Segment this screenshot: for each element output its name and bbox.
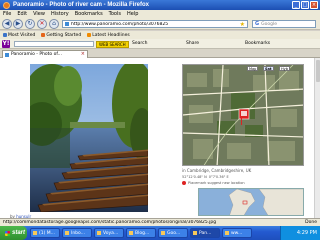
longitude: 0°7'0.36" E	[208, 175, 229, 179]
taskbar-item-label: Goo...	[167, 230, 181, 236]
taskbar-item-label: Voya...	[103, 230, 119, 236]
latitude: 52°12'0.48" N	[182, 175, 207, 179]
taskbar-item[interactable]: Voya...	[94, 228, 124, 238]
firefox-bookmark-icon	[41, 33, 46, 37]
minimize-button[interactable]: _	[292, 1, 300, 9]
placemark-text: Placemark suggest new location	[188, 181, 245, 185]
window-title: Panoramio - Photo of river cam - Mozilla…	[13, 2, 150, 8]
photo-river[interactable]	[30, 64, 148, 212]
menu-help[interactable]: Help	[127, 11, 138, 17]
search-button[interactable]: Search	[132, 41, 147, 46]
river-photo-image	[30, 64, 148, 212]
menu-bookmarks[interactable]: Bookmarks	[75, 11, 103, 17]
navigation-bar: ◀ ▶ ↻ ✕ ⌂ http://www.panoramio.com/photo…	[0, 18, 320, 30]
menu-bar: File Edit View History Bookmarks Tools H…	[0, 10, 320, 18]
taskbar-item[interactable]: Goo...	[158, 228, 188, 238]
taskbar-item-label: Blog...	[135, 230, 150, 236]
menu-edit[interactable]: Edit	[17, 11, 27, 17]
bookmark-folder-icon	[3, 33, 7, 37]
panoramio-favicon-icon	[5, 52, 9, 57]
search-input[interactable]: G Google	[252, 20, 316, 28]
address-url: http://www.panoramio.com/photo/3076825	[71, 21, 169, 27]
bookmark-latest-headlines[interactable]: Latest Headlines	[87, 33, 130, 38]
taskbar-item-label: Inbo...	[71, 230, 86, 236]
placemark-link[interactable]: Placemark suggest new location	[182, 181, 245, 185]
google-search-icon: G	[255, 21, 260, 27]
tab-bar: Panoramio - Photo of... ×	[0, 49, 320, 58]
menu-tools[interactable]: Tools	[109, 11, 121, 17]
close-button[interactable]: ×	[310, 1, 318, 9]
tab-panoramio[interactable]: Panoramio - Photo of... ×	[2, 50, 88, 58]
taskbar-item[interactable]: Blog...	[126, 228, 156, 238]
reload-icon[interactable]: ↻	[25, 19, 35, 29]
app-icon	[97, 231, 101, 235]
coordinates: 52°12'0.48" N 0°7'0.36" E	[182, 175, 229, 179]
taskbar-item[interactable]: ww...	[222, 228, 252, 238]
tab-label: Panoramio - Photo of...	[11, 52, 62, 57]
bookmark-most-visited[interactable]: Most Visited	[3, 33, 35, 38]
address-bar[interactable]: http://www.panoramio.com/photo/3076825 ★	[62, 20, 248, 28]
satellite-view-button[interactable]: Sat	[263, 66, 274, 71]
stop-icon[interactable]: ✕	[37, 19, 47, 29]
placemark-icon	[182, 181, 186, 185]
app-icon	[33, 231, 37, 235]
title-bar: Panoramio - Photo of river cam - Mozilla…	[0, 0, 320, 10]
taskbar: start (1) M... Inbo... Voya... Blog... G…	[0, 226, 320, 240]
forward-icon[interactable]: ▶	[13, 19, 23, 29]
bookmarks-bar: Most Visited Getting Started Latest Head…	[0, 31, 320, 39]
yahoo-logo[interactable]: Y!	[2, 40, 10, 48]
menu-view[interactable]: View	[33, 11, 45, 17]
rss-icon	[87, 33, 92, 37]
hybrid-view-button[interactable]: Hyb	[279, 66, 290, 71]
status-done: Done	[305, 220, 317, 225]
taskbar-item-label: (1) M...	[39, 230, 55, 236]
bookmark-star-icon[interactable]: ★	[240, 21, 245, 28]
site-favicon-icon	[65, 22, 69, 26]
app-icon	[129, 231, 133, 235]
satellite-map-image	[183, 65, 303, 165]
web-search-button[interactable]: WEB SEARCH	[96, 41, 129, 48]
back-icon[interactable]: ◀	[2, 19, 12, 29]
europe-overview-image	[199, 189, 303, 215]
vertical-scrollbar[interactable]	[314, 58, 320, 218]
app-icon	[193, 231, 197, 235]
page-content: Map Sat Hyb in Cambridge, Cambridgeshire…	[0, 58, 314, 218]
yahoo-toolbar: Y! WEB SEARCH Search Share Bookmarks	[0, 39, 320, 49]
app-icon	[161, 231, 165, 235]
windows-logo-icon	[5, 230, 10, 236]
bookmark-label: Latest Headlines	[92, 32, 130, 38]
close-tab-icon[interactable]: ×	[81, 51, 85, 57]
menu-history[interactable]: History	[51, 11, 69, 17]
maximize-button[interactable]: □	[301, 1, 309, 9]
bookmark-getting-started[interactable]: Getting Started	[41, 33, 81, 38]
search-placeholder: Google	[261, 21, 277, 27]
bookmark-label: Most Visited	[8, 32, 36, 38]
scrollbar-thumb[interactable]	[316, 60, 320, 82]
system-tray: 4:29 PM	[280, 226, 320, 240]
taskbar-item-label: ww...	[231, 230, 243, 236]
status-url: http://commondatastorage.googleapis.com/…	[3, 220, 217, 225]
map-caption: in Cambridge, Cambridgeshire, UK	[182, 168, 252, 173]
location-map[interactable]: Map Sat Hyb	[182, 64, 304, 166]
status-bar: http://commondatastorage.googleapis.com/…	[0, 218, 320, 226]
overview-map[interactable]	[198, 188, 304, 216]
start-label: start	[12, 230, 26, 236]
bookmarks-button[interactable]: Bookmarks	[245, 41, 270, 46]
firefox-icon	[3, 1, 10, 9]
yahoo-search-input[interactable]	[14, 41, 94, 47]
taskbar-item-label: Pan...	[199, 230, 212, 236]
taskbar-item-active[interactable]: Pan...	[190, 228, 220, 238]
app-icon	[65, 231, 69, 235]
app-icon	[225, 231, 229, 235]
map-view-button[interactable]: Map	[247, 66, 259, 71]
clock: 4:29 PM	[296, 230, 317, 236]
bookmark-label: Getting Started	[46, 32, 82, 38]
start-button[interactable]: start	[0, 226, 27, 240]
home-icon[interactable]: ⌂	[49, 19, 59, 29]
taskbar-item[interactable]: Inbo...	[62, 228, 92, 238]
share-button[interactable]: Share	[186, 41, 199, 46]
taskbar-item[interactable]: (1) M...	[30, 228, 60, 238]
menu-file[interactable]: File	[3, 11, 11, 17]
